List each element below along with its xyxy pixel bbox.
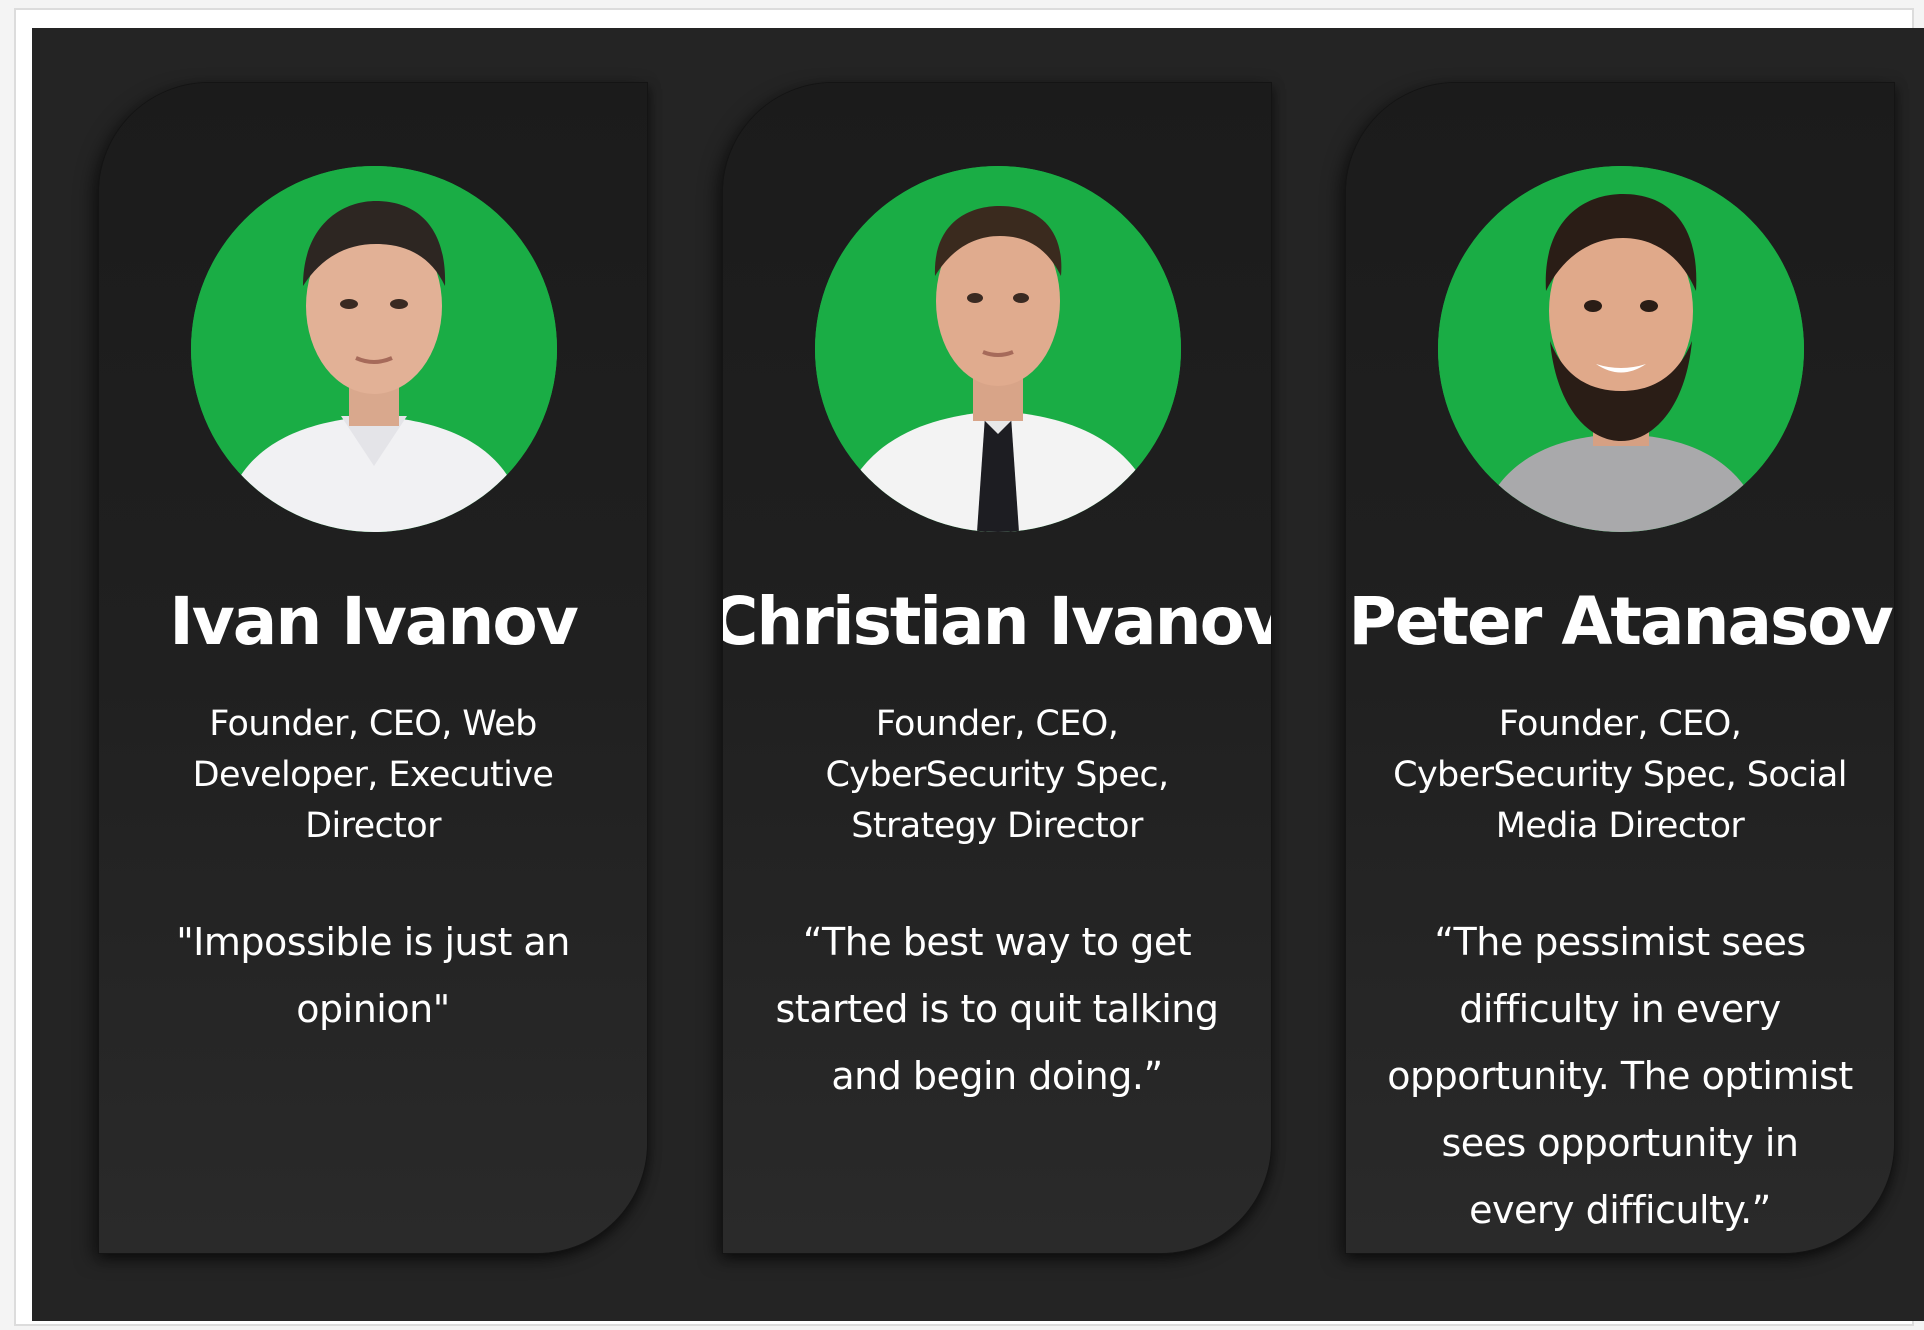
team-card-christian-ivanov: Christian Ivanov Founder, CEO, CyberSecu…: [723, 83, 1271, 1253]
member-role: Founder, CEO, Web Developer, Executive D…: [192, 704, 554, 846]
member-name: Peter Atanasov: [1348, 583, 1893, 660]
page-frame: Ivan Ivanov Founder, CEO, Web Developer,…: [0, 0, 1924, 1330]
member-name: Ivan Ivanov: [169, 583, 579, 660]
team-card-peter-atanasov: Peter Atanasov Founder, CEO, CyberSecuri…: [1346, 83, 1894, 1253]
member-quote: "Impossible is just an opinion": [176, 920, 570, 1031]
avatar-peter-atanasov: [1438, 166, 1804, 532]
person-portrait-icon: [191, 166, 557, 532]
member-role: Founder, CEO, CyberSecurity Spec, Social…: [1393, 704, 1847, 846]
team-section: Ivan Ivanov Founder, CEO, Web Developer,…: [32, 28, 1924, 1321]
avatar-christian-ivanov: [815, 166, 1181, 532]
member-quote: “The best way to get started is to quit …: [775, 920, 1220, 1098]
avatar-ivan-ivanov: [191, 166, 557, 532]
member-name: Christian Ivanov: [723, 583, 1271, 660]
person-portrait-icon: [815, 166, 1181, 532]
member-role: Founder, CEO, CyberSecurity Spec, Strate…: [825, 704, 1169, 846]
team-card-ivan-ivanov: Ivan Ivanov Founder, CEO, Web Developer,…: [99, 83, 647, 1253]
member-quote: “The pessimist sees difficulty in every …: [1387, 920, 1853, 1232]
person-portrait-icon: [1438, 166, 1804, 532]
